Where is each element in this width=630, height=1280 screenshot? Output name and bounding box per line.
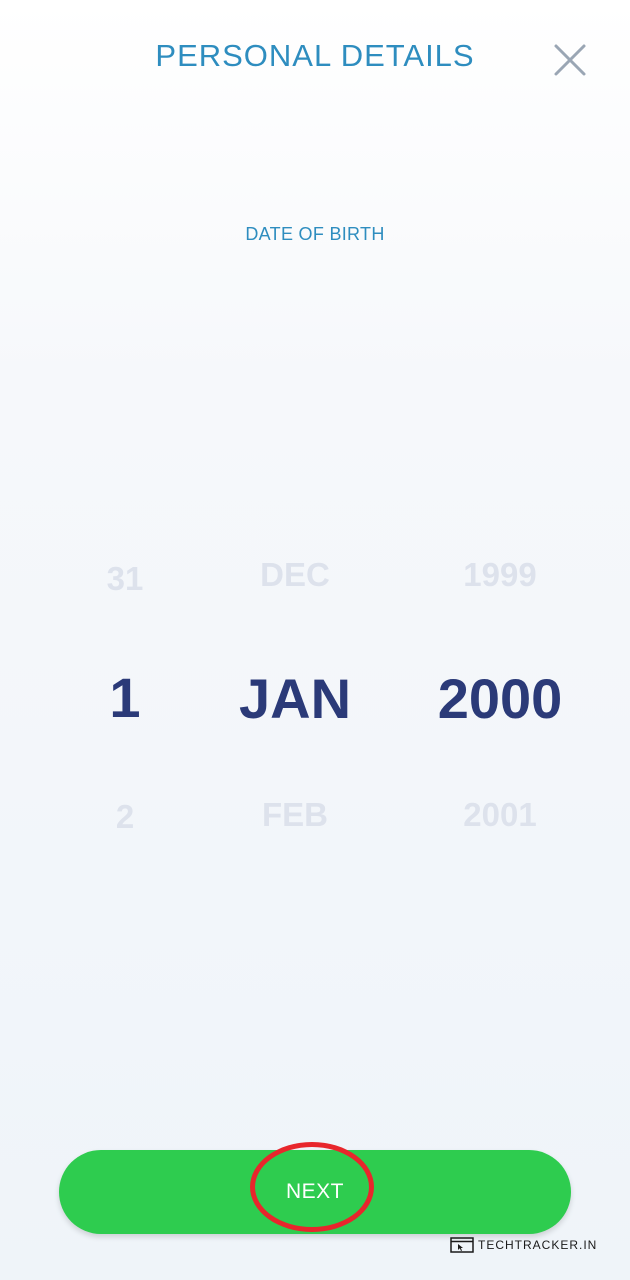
month-option-prev[interactable]: DEC bbox=[200, 556, 390, 594]
day-option-next[interactable]: 2 bbox=[70, 798, 180, 836]
day-option-selected[interactable]: 1 bbox=[70, 665, 180, 730]
day-option-prev[interactable]: 31 bbox=[70, 560, 180, 598]
month-option-next[interactable]: FEB bbox=[200, 796, 390, 834]
year-option-prev[interactable]: 1999 bbox=[400, 556, 600, 594]
next-button[interactable]: NEXT bbox=[59, 1150, 571, 1234]
browser-cursor-icon bbox=[450, 1237, 474, 1253]
year-wheel[interactable]: 1999 2000 2001 bbox=[400, 540, 600, 870]
year-option-selected[interactable]: 2000 bbox=[400, 666, 600, 731]
year-option-next[interactable]: 2001 bbox=[400, 796, 600, 834]
watermark-text: TECHTRACKER.IN bbox=[478, 1238, 598, 1252]
month-option-selected[interactable]: JAN bbox=[200, 666, 390, 731]
date-picker: 31 1 2 DEC JAN FEB 1999 2000 2001 bbox=[0, 540, 630, 870]
close-button[interactable] bbox=[548, 38, 592, 82]
date-of-birth-label: DATE OF BIRTH bbox=[245, 224, 385, 244]
day-wheel[interactable]: 31 1 2 bbox=[70, 540, 180, 870]
watermark: TECHTRACKER.IN bbox=[450, 1236, 597, 1254]
month-wheel[interactable]: DEC JAN FEB bbox=[200, 540, 390, 870]
close-icon bbox=[554, 44, 586, 76]
next-button-label: NEXT bbox=[285, 1180, 344, 1203]
page-title: PERSONAL DETAILS bbox=[155, 38, 475, 73]
header-bar: PERSONAL DETAILS bbox=[0, 0, 630, 120]
